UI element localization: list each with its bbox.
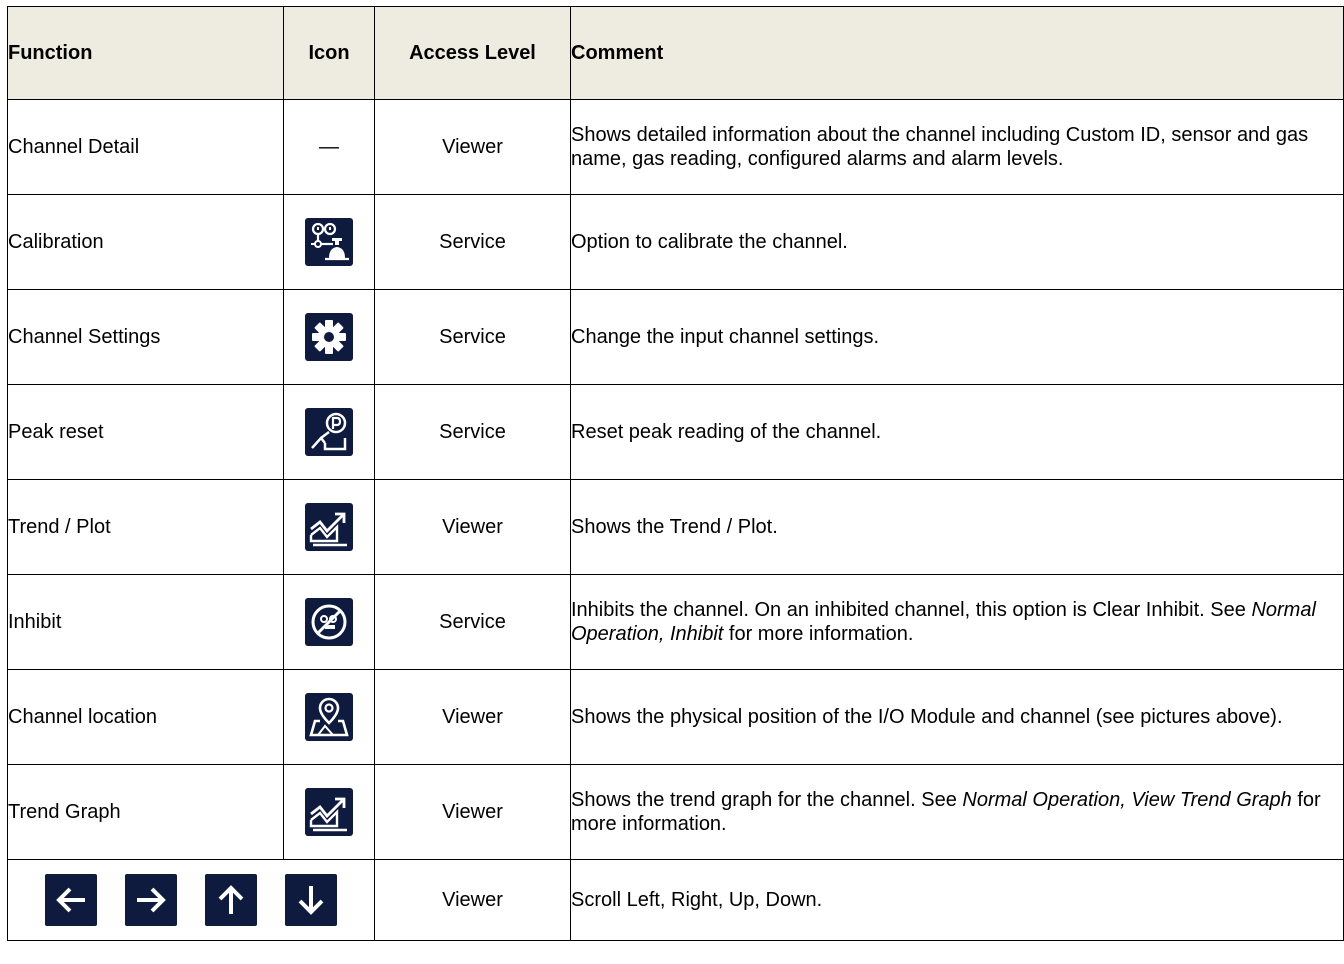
icon-cell [283,574,375,670]
table-row: Channel Settings Service Change the inpu… [7,289,1344,385]
scroll-icons-cell [7,859,375,941]
access-level-cell: Service [374,194,571,290]
arrow-up-icon[interactable] [205,874,257,926]
trend-icon[interactable] [305,503,353,551]
peak-reset-icon[interactable] [305,408,353,456]
access-level-cell: Viewer [374,99,571,195]
header-icon: Icon [283,6,375,100]
comment-text: Shows detailed information about the cha… [571,124,1309,170]
table-row: Trend / Plot Viewer Shows the Trend / Pl… [7,479,1344,575]
function-cell: Channel location [7,669,284,765]
comment-text: Change the input channel settings. [571,326,879,348]
icon-cell [283,479,375,575]
comment-cell: Shows the physical position of the I/O M… [570,669,1344,765]
function-cell: Calibration [7,194,284,290]
table-row: Channel Detail — Viewer Shows detailed i… [7,99,1344,195]
trend-icon[interactable] [305,788,353,836]
table-row: Inhibit Service Inhibits the channel. On… [7,574,1344,670]
access-level-cell: Service [374,289,571,385]
table-row: Calibration Service Option to calibrate … [7,194,1344,290]
comment-cell: Scroll Left, Right, Up, Down. [570,859,1344,941]
comment-text: Inhibits the channel. On an inhibited ch… [571,599,1252,621]
header-access-level: Access Level [374,6,571,100]
function-cell: Peak reset [7,384,284,480]
gear-icon[interactable] [305,313,353,361]
function-cell: Trend / Plot [7,479,284,575]
comment-text: Reset peak reading of the channel. [571,421,882,443]
arrow-left-icon[interactable] [45,874,97,926]
comment-cell: Shows the Trend / Plot. [570,479,1344,575]
comment-text: Shows the physical position of the I/O M… [571,706,1283,728]
function-cell: Inhibit [7,574,284,670]
em-dash: — [319,136,339,158]
icon-cell [283,669,375,765]
comment-cell: Shows detailed information about the cha… [570,99,1344,195]
icon-cell [283,289,375,385]
access-level-cell: Viewer [374,859,571,941]
icon-cell [283,194,375,290]
table-row: Channel location Viewer Shows the physic… [7,669,1344,765]
header-function: Function [7,6,284,100]
comment-cell: Option to calibrate the channel. [570,194,1344,290]
location-icon[interactable] [305,693,353,741]
comment-cell: Shows the trend graph for the channel. S… [570,764,1344,860]
table-row: Trend Graph Viewer Shows the trend graph… [7,764,1344,860]
arrow-right-icon[interactable] [125,874,177,926]
header-row: Function Icon Access Level Comment [7,6,1344,100]
function-cell: Trend Graph [7,764,284,860]
icon-cell [283,384,375,480]
function-cell: Channel Detail [7,99,284,195]
comment-text: for more information. [723,623,914,645]
header-comment: Comment [570,6,1344,100]
comment-cell: Inhibits the channel. On an inhibited ch… [570,574,1344,670]
access-level-cell: Viewer [374,479,571,575]
calibration-icon[interactable] [305,218,353,266]
comment-text: Shows the trend graph for the channel. S… [571,789,963,811]
access-level-cell: Viewer [374,764,571,860]
icon-cell: — [283,99,375,195]
inhibit-icon[interactable] [305,598,353,646]
function-cell: Channel Settings [7,289,284,385]
comment-text: Shows the Trend / Plot. [571,516,778,538]
access-level-cell: Service [374,384,571,480]
arrow-down-icon[interactable] [285,874,337,926]
function-table: Function Icon Access Level Comment Chann… [7,6,1344,941]
table-row: Peak reset Service Reset peak reading of… [7,384,1344,480]
table-row: Viewer Scroll Left, Right, Up, Down. [7,859,1344,941]
icon-cell [283,764,375,860]
access-level-cell: Viewer [374,669,571,765]
comment-reference: Normal Operation, View Trend Graph [962,789,1292,811]
comment-cell: Change the input channel settings. [570,289,1344,385]
comment-cell: Reset peak reading of the channel. [570,384,1344,480]
access-level-cell: Service [374,574,571,670]
comment-text: Option to calibrate the channel. [571,231,848,253]
